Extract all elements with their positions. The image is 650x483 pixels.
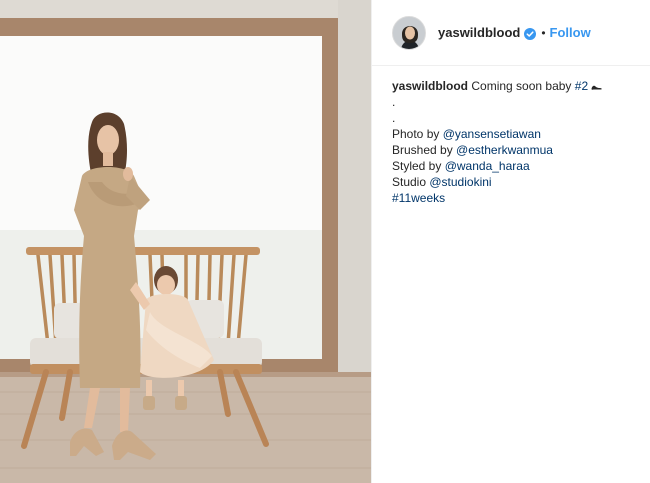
credit-line-studio: Studio @studiokini	[392, 174, 637, 190]
caption-final-hashtag[interactable]: #11weeks	[392, 191, 445, 205]
caption-hashtag[interactable]: #2	[575, 79, 588, 93]
post-photo[interactable]	[0, 0, 371, 483]
post-image[interactable]	[0, 0, 371, 483]
credit-handle-link[interactable]: @estherkwanmua	[456, 143, 553, 157]
credit-handle-link[interactable]: @yansensetiawan	[443, 127, 541, 141]
header-separator: •	[541, 25, 546, 40]
verified-badge-icon	[524, 27, 537, 40]
post-caption: yaswildblood Coming soon baby #2 . . Pho…	[392, 78, 637, 206]
post-header: yaswildblood • Follow	[372, 0, 650, 66]
caption-dot-line: .	[392, 111, 396, 125]
credit-prefix: Brushed by	[392, 143, 457, 157]
profile-avatar-icon	[393, 16, 425, 49]
caption-dot-line: .	[392, 95, 396, 109]
caption-final-hashtag-line: #11weeks	[392, 190, 637, 206]
high-heel-icon	[591, 82, 602, 90]
credit-prefix: Styled by	[392, 159, 445, 173]
credit-line-brushed: Brushed by @estherkwanmua	[392, 142, 637, 158]
avatar[interactable]	[392, 15, 426, 50]
caption-first-line: yaswildblood Coming soon baby #2	[392, 78, 637, 94]
credit-prefix: Photo by	[392, 127, 443, 141]
credit-handle-link[interactable]: @studiokini	[429, 175, 491, 189]
credit-line-photo: Photo by @yansensetiawan	[392, 126, 637, 142]
post-side-panel: yaswildblood • Follow yaswildblood Comin…	[371, 0, 650, 483]
caption-username[interactable]: yaswildblood	[392, 79, 468, 93]
credit-handle-link[interactable]: @wanda_haraa	[445, 159, 530, 173]
follow-button[interactable]: Follow	[550, 25, 591, 40]
credit-prefix: Studio	[392, 175, 430, 189]
header-username[interactable]: yaswildblood	[438, 25, 520, 40]
caption-text: Coming soon baby	[471, 79, 575, 93]
credit-line-styled: Styled by @wanda_haraa	[392, 158, 637, 174]
